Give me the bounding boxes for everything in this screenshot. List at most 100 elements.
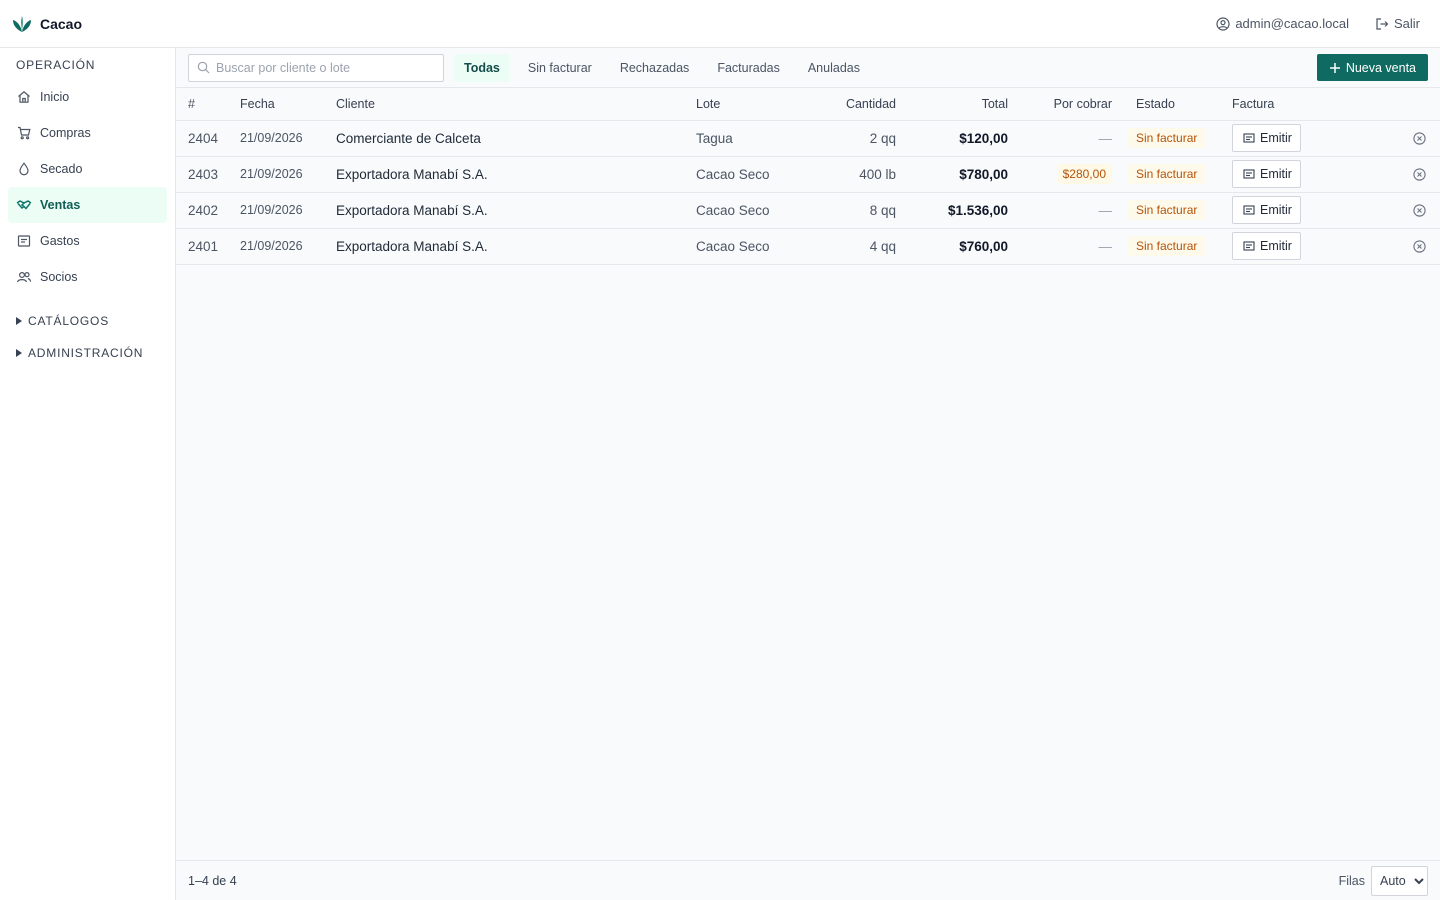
column-header-lote[interactable]: Lote: [696, 88, 806, 121]
pagination-range: 1–4 de 4: [188, 873, 237, 888]
emit-invoice-button[interactable]: Emitir: [1232, 196, 1301, 224]
sidebar-item-label: Inicio: [40, 90, 70, 104]
sidebar-group-catalogos[interactable]: CATÁLOGOS: [0, 305, 175, 337]
users-icon: [16, 269, 32, 285]
drop-icon: [16, 161, 32, 177]
cancel-sale-button[interactable]: [1344, 239, 1440, 253]
tab-rechazadas[interactable]: Rechazadas: [610, 54, 700, 82]
app-title: Cacao: [40, 15, 83, 32]
tab-anuladas[interactable]: Anuladas: [798, 54, 870, 82]
user-circle-icon: [1216, 16, 1230, 31]
user-account[interactable]: admin@cacao.local: [1216, 16, 1349, 31]
cell-cantidad: 8 qq: [806, 192, 896, 229]
expand-triangle-icon: [16, 349, 22, 357]
cell-number: 2404: [176, 120, 240, 157]
logout-button[interactable]: Salir: [1375, 16, 1420, 31]
cell-cliente: Comerciante de Calceta: [336, 120, 696, 157]
cancel-sale-button[interactable]: [1344, 167, 1440, 181]
new-sale-button[interactable]: Nueva venta: [1316, 54, 1428, 81]
sidebar-group-label: CATÁLOGOS: [28, 314, 109, 328]
cell-fecha: 21/09/2026: [240, 120, 336, 157]
cell-total: $1.536,00: [896, 192, 1008, 229]
cell-cliente: Exportadora Manabí S.A.: [336, 228, 696, 265]
cell-lote: Cacao Seco: [696, 156, 806, 193]
sales-table: # Fecha Cliente Lote Cantidad Total Por …: [176, 88, 1440, 265]
cell-fecha: 21/09/2026: [240, 156, 336, 193]
cancel-sale-button[interactable]: [1344, 131, 1440, 145]
table-row[interactable]: 2403 21/09/2026 Exportadora Manabí S.A. …: [176, 156, 1440, 193]
tab-facturadas[interactable]: Facturadas: [707, 54, 790, 82]
x-circle-icon: [1413, 203, 1426, 217]
cell-cliente: Exportadora Manabí S.A.: [336, 156, 696, 193]
leaf-logo-icon: [12, 15, 32, 33]
emit-invoice-button[interactable]: Emitir: [1232, 160, 1301, 188]
cell-fecha: 21/09/2026: [240, 192, 336, 229]
column-header-total[interactable]: Total: [896, 88, 1008, 121]
cell-por-cobrar: —: [1098, 238, 1113, 254]
sidebar-item-label: Compras: [40, 126, 91, 140]
sidebar-item-secado[interactable]: Secado: [8, 151, 167, 187]
column-header-por-cobrar[interactable]: Por cobrar: [1008, 88, 1120, 121]
emit-invoice-button[interactable]: Emitir: [1232, 232, 1301, 260]
tab-todas[interactable]: Todas: [454, 53, 510, 82]
column-header-actions: [1344, 88, 1440, 121]
logout-label: Salir: [1393, 16, 1420, 31]
sidebar-item-label: Ventas: [40, 198, 81, 212]
sidebar-item-ventas[interactable]: Ventas: [8, 187, 167, 223]
home-icon: [16, 89, 32, 105]
sidebar-item-socios[interactable]: Socios: [8, 259, 167, 295]
cell-cantidad: 2 qq: [806, 120, 896, 157]
cell-fecha: 21/09/2026: [240, 228, 336, 265]
table-row[interactable]: 2402 21/09/2026 Exportadora Manabí S.A. …: [176, 192, 1440, 229]
status-badge: Sin facturar: [1128, 236, 1206, 256]
search-input[interactable]: [216, 60, 435, 75]
search-box[interactable]: [188, 53, 444, 82]
status-badge: Sin facturar: [1128, 200, 1206, 220]
emit-label: Emitir: [1260, 167, 1292, 181]
emit-label: Emitir: [1260, 203, 1292, 217]
cell-lote: Cacao Seco: [696, 192, 806, 229]
table-footer: 1–4 de 4 Filas Auto: [176, 860, 1440, 900]
column-header-estado[interactable]: Estado: [1120, 88, 1232, 121]
sidebar-item-label: Gastos: [40, 234, 80, 248]
rows-select[interactable]: Auto: [1371, 865, 1428, 896]
cell-total: $760,00: [896, 228, 1008, 265]
cart-icon: [16, 125, 32, 141]
cell-total: $780,00: [896, 156, 1008, 193]
rows-label: Filas: [1338, 873, 1365, 888]
expand-triangle-icon: [16, 317, 22, 325]
cell-cantidad: 400 lb: [806, 156, 896, 193]
sidebar-group-administracion[interactable]: ADMINISTRACIÓN: [0, 337, 175, 369]
emit-label: Emitir: [1260, 131, 1292, 145]
cell-total: $120,00: [896, 120, 1008, 157]
top-bar: Cacao admin@cacao.local Salir: [0, 0, 1440, 48]
x-circle-icon: [1413, 239, 1426, 253]
cell-por-cobrar: —: [1098, 130, 1113, 146]
plus-icon: [1329, 62, 1341, 74]
cell-lote: Tagua: [696, 120, 806, 157]
brand[interactable]: Cacao: [12, 15, 82, 33]
column-header-cantidad[interactable]: Cantidad: [806, 88, 896, 121]
status-badge: Sin facturar: [1128, 128, 1206, 148]
search-icon: [197, 61, 210, 74]
cell-cantidad: 4 qq: [806, 228, 896, 265]
filter-tabs: Todas Sin facturar Rechazadas Facturadas…: [454, 53, 878, 82]
column-header-cliente[interactable]: Cliente: [336, 88, 696, 121]
table-row[interactable]: 2401 21/09/2026 Exportadora Manabí S.A. …: [176, 228, 1440, 265]
new-sale-label: Nueva venta: [1345, 60, 1416, 75]
column-header-factura[interactable]: Factura: [1232, 88, 1344, 121]
sidebar-item-compras[interactable]: Compras: [8, 115, 167, 151]
emit-invoice-button[interactable]: Emitir: [1232, 124, 1301, 152]
column-header-number[interactable]: #: [176, 88, 240, 121]
sidebar-item-gastos[interactable]: Gastos: [8, 223, 167, 259]
handshake-icon: [16, 197, 32, 213]
tab-sin-facturar[interactable]: Sin facturar: [518, 54, 602, 82]
x-circle-icon: [1413, 167, 1426, 181]
table-row[interactable]: 2404 21/09/2026 Comerciante de Calceta T…: [176, 120, 1440, 157]
invoice-icon: [1243, 204, 1255, 216]
user-email: admin@cacao.local: [1235, 16, 1349, 31]
status-badge: Sin facturar: [1128, 164, 1206, 184]
sidebar-item-inicio[interactable]: Inicio: [8, 79, 167, 115]
column-header-fecha[interactable]: Fecha: [240, 88, 336, 121]
cancel-sale-button[interactable]: [1344, 203, 1440, 217]
